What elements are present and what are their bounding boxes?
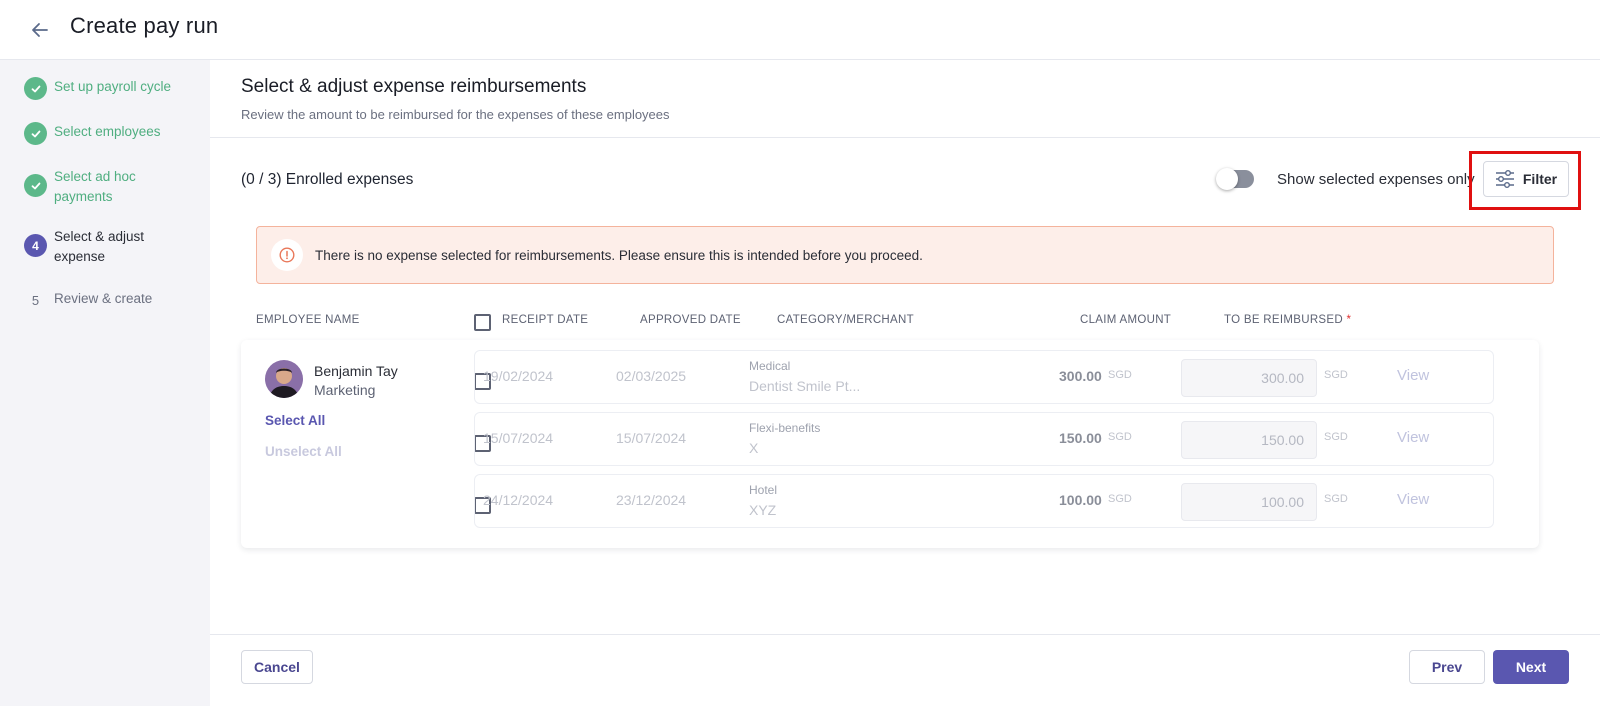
unselect-all-link[interactable]: Unselect All — [265, 444, 342, 459]
step-select-employees[interactable]: Select employees — [24, 122, 184, 145]
filter-label: Filter — [1522, 171, 1558, 187]
warning-alert: There is no expense selected for reimbur… — [256, 226, 1554, 284]
reimburse-currency: SGD — [1324, 369, 1348, 381]
view-link[interactable]: View — [1397, 429, 1429, 446]
view-link[interactable]: View — [1397, 367, 1429, 384]
expense-row: 19/02/2024 02/03/2025 Medical Dentist Sm… — [474, 350, 1494, 404]
step-setup-payroll-cycle[interactable]: Set up payroll cycle — [24, 77, 184, 100]
receipt-date: 19/02/2024 — [483, 368, 554, 384]
employee-name: Benjamin Tay — [314, 363, 398, 379]
next-button[interactable]: Next — [1493, 650, 1569, 684]
header-category-merchant: CATEGORY/MERCHANT — [777, 314, 914, 326]
claim-amount: 100.00 — [1059, 492, 1102, 508]
view-link[interactable]: View — [1397, 491, 1429, 508]
approved-date: 15/07/2024 — [616, 430, 687, 446]
alert-text: There is no expense selected for reimbur… — [315, 247, 923, 263]
section-title: Select & adjust expense reimbursements — [241, 76, 587, 97]
enrolled-count: (0 / 3) Enrolled expenses — [241, 171, 414, 188]
back-arrow-icon[interactable] — [24, 14, 56, 46]
alert-circle-icon — [271, 239, 303, 271]
header-approved-date: APPROVED DATE — [640, 314, 741, 326]
step-label: Review & create — [54, 291, 153, 306]
step-label: Select ad hoc payments — [54, 169, 136, 204]
check-icon — [24, 77, 47, 100]
step-label: Select employees — [54, 124, 161, 139]
claim-currency: SGD — [1108, 369, 1132, 381]
header-to-be-reimbursed: TO BE REIMBURSED * — [1224, 314, 1352, 326]
top-bar: Create pay run — [0, 0, 1600, 60]
section-header: Select & adjust expense reimbursements R… — [210, 60, 1600, 138]
expense-row: 24/12/2024 23/12/2024 Hotel XYZ 100.00 S… — [474, 474, 1494, 528]
page-title: Create pay run — [70, 13, 219, 38]
section-subtitle: Review the amount to be reimbursed for t… — [241, 107, 670, 122]
sliders-icon — [1495, 170, 1514, 188]
stepper-sidebar: Set up payroll cycle Select employees Se… — [0, 60, 210, 706]
header-claim-amount: CLAIM AMOUNT — [1080, 314, 1172, 326]
reimburse-currency: SGD — [1324, 493, 1348, 505]
show-selected-label: Show selected expenses only — [1277, 171, 1475, 188]
step-select-adjust-expense[interactable]: 4 Select & adjust expense — [24, 227, 164, 267]
main-content: Select & adjust expense reimbursements R… — [210, 60, 1600, 706]
check-icon — [24, 174, 47, 197]
expense-merchant: XYZ — [749, 502, 777, 518]
claim-amount: 300.00 — [1059, 368, 1102, 384]
reimburse-currency: SGD — [1324, 431, 1348, 443]
prev-button[interactable]: Prev — [1409, 650, 1485, 684]
cancel-button[interactable]: Cancel — [241, 650, 313, 684]
step-label: Select & adjust expense — [54, 229, 145, 264]
reimburse-amount-input[interactable]: 150.00 — [1181, 421, 1317, 459]
approved-date: 02/03/2025 — [616, 368, 687, 384]
select-all-link[interactable]: Select All — [265, 413, 325, 428]
filter-button[interactable]: Filter — [1483, 161, 1569, 197]
step-number: 5 — [31, 293, 40, 308]
claim-currency: SGD — [1108, 431, 1132, 443]
header-employee-name: EMPLOYEE NAME — [256, 314, 360, 326]
expense-merchant: Dentist Smile Pt... — [749, 378, 861, 394]
step-select-ad-hoc-payments[interactable]: Select ad hoc payments — [24, 167, 149, 207]
show-selected-toggle[interactable] — [1216, 168, 1254, 190]
claim-amount: 150.00 — [1059, 430, 1102, 446]
step-number: 4 — [24, 234, 47, 257]
check-icon — [24, 122, 47, 145]
employee-department: Marketing — [314, 382, 376, 398]
step-label: Set up payroll cycle — [54, 79, 172, 94]
avatar — [265, 360, 303, 398]
reimburse-amount-input[interactable]: 300.00 — [1181, 359, 1317, 397]
header-receipt-date: RECEIPT DATE — [502, 314, 589, 326]
claim-currency: SGD — [1108, 493, 1132, 505]
expense-category: Flexi-benefits — [749, 421, 821, 435]
receipt-date: 15/07/2024 — [483, 430, 554, 446]
step-review-create[interactable]: 5 Review & create — [24, 289, 184, 312]
expense-category: Hotel — [749, 483, 778, 497]
expense-category: Medical — [749, 359, 791, 373]
footer-actions: Cancel Prev Next — [210, 634, 1600, 706]
reimburse-amount-input[interactable]: 100.00 — [1181, 483, 1317, 521]
expense-row: 15/07/2024 15/07/2024 Flexi-benefits X 1… — [474, 412, 1494, 466]
select-all-checkbox[interactable] — [474, 314, 491, 331]
toggle-knob — [1216, 168, 1238, 190]
expense-merchant: X — [749, 440, 759, 456]
approved-date: 23/12/2024 — [616, 492, 687, 508]
receipt-date: 24/12/2024 — [483, 492, 554, 508]
